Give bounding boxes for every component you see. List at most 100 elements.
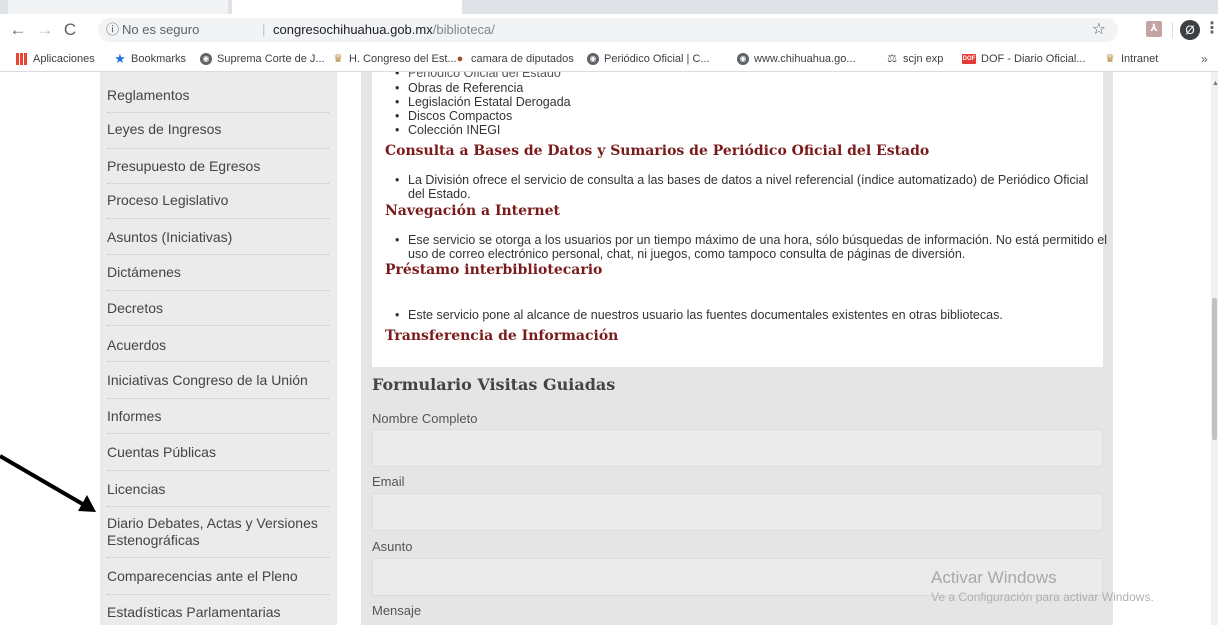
- browser-tab-active[interactable]: [232, 0, 462, 14]
- section-heading-navegacion: Navegación a Internet: [385, 203, 560, 219]
- menu-kebab-icon[interactable]: ⋮: [1204, 18, 1218, 38]
- section-heading-prestamo: Préstamo interbibliotecario: [385, 262, 603, 278]
- divider: [107, 470, 329, 471]
- divider: [107, 361, 329, 362]
- list-item: Discos Compactos: [395, 110, 512, 124]
- star-icon: ★: [114, 51, 126, 66]
- address-divider: |: [262, 22, 266, 37]
- sidebar-item-asuntos[interactable]: Asuntos (Iniciativas): [107, 229, 329, 246]
- bookmark-label: Intranet: [1121, 53, 1159, 65]
- bookmark-intranet[interactable]: ♛ Intranet: [1104, 46, 1158, 72]
- globe-icon: ◉: [200, 53, 212, 65]
- bookmark-suprema-corte[interactable]: ◉ Suprema Corte de J...: [200, 46, 325, 72]
- divider: [107, 218, 329, 219]
- section-text-consulta: La División ofrece el servicio de consul…: [395, 173, 1108, 201]
- message-field-label: Mensaje: [372, 603, 422, 618]
- browser-tab[interactable]: [8, 0, 228, 14]
- email-field-label: Email: [372, 474, 405, 489]
- divider: [107, 112, 329, 113]
- section-heading-transferencia: Transferencia de Información: [385, 328, 619, 344]
- divider: [107, 183, 329, 184]
- bookmark-dof[interactable]: DOF DOF - Diario Oficial...: [962, 46, 1086, 72]
- divider: [107, 433, 329, 434]
- back-arrow-icon[interactable]: ←: [7, 19, 29, 41]
- windows-activation-title: Activar Windows: [931, 568, 1057, 587]
- tab-strip: [0, 0, 1218, 14]
- divider: [107, 254, 329, 255]
- bookmark-label: camara de diputados: [471, 53, 574, 65]
- sidebar-item-estadisticas[interactable]: Estadísticas Parlamentarias: [107, 604, 329, 621]
- bookmark-label: scjn exp: [903, 53, 944, 65]
- dof-icon: DOF: [962, 54, 976, 64]
- bookmark-apps[interactable]: Aplicaciones: [16, 46, 95, 72]
- list-item: Colección INEGI: [395, 124, 500, 138]
- sidebar-item-informes[interactable]: Informes: [107, 408, 329, 425]
- bookmark-label: Aplicaciones: [33, 53, 95, 65]
- divider: [107, 148, 329, 149]
- pdf-extension-icon[interactable]: ⅄: [1146, 21, 1162, 37]
- scroll-up-icon[interactable]: ▲: [1212, 80, 1218, 87]
- divider: [107, 290, 329, 291]
- bookmark-scjn[interactable]: ⚖ scjn exp: [886, 46, 943, 72]
- bookmark-label: Bookmarks: [131, 53, 187, 65]
- bookmark-label: H. Congreso del Est...: [349, 53, 457, 65]
- globe-icon: ◉: [737, 53, 749, 65]
- sidebar-item-comparecencias[interactable]: Comparecencias ante el Pleno: [107, 568, 329, 585]
- name-field-label: Nombre Completo: [372, 411, 478, 426]
- subject-field-label: Asunto: [372, 539, 413, 554]
- form-title: Formulario Visitas Guiadas: [372, 375, 616, 394]
- list-item: Obras de Referencia: [395, 82, 523, 96]
- bookmark-label: www.chihuahua.go...: [754, 53, 856, 65]
- bookmark-label: Suprema Corte de J...: [217, 53, 325, 65]
- bookmark-h-congreso[interactable]: ♛ H. Congreso del Est...: [332, 46, 457, 72]
- bookmark-label: DOF - Diario Oficial...: [981, 53, 1086, 65]
- globe-icon: ◉: [587, 53, 599, 65]
- list-item: Legislación Estatal Derogada: [395, 96, 571, 110]
- bookmark-bookmarks[interactable]: ★ Bookmarks: [114, 46, 186, 72]
- sidebar-item-cuentas-publicas[interactable]: Cuentas Públicas: [107, 444, 329, 461]
- url-host: congresochihuahua.gob.mx: [273, 22, 433, 37]
- toolbar-divider: [1172, 22, 1173, 38]
- divider: [107, 557, 329, 558]
- sidebar-item-dictamenes[interactable]: Dictámenes: [107, 264, 329, 281]
- profile-avatar-icon[interactable]: Ø: [1180, 20, 1200, 40]
- address-bar[interactable]: ⓘ No es seguro | congresochihuahua.gob.m…: [98, 18, 1118, 42]
- section-text-prestamo: Este servicio pone al alcance de nuestro…: [395, 308, 1108, 322]
- url-path: /biblioteca/: [432, 22, 495, 37]
- web-page: Reglamentos Leyes de Ingresos Presupuest…: [0, 72, 1218, 625]
- bookmark-periodico[interactable]: ◉ Periódico Oficial | C...: [587, 46, 710, 72]
- divider: [107, 506, 329, 507]
- section-heading-consulta: Consulta a Bases de Datos y Sumarios de …: [385, 143, 930, 159]
- browser-toolbar: ← → C ⓘ No es seguro | congresochihuahua…: [0, 14, 1218, 46]
- list-item: Periódico Oficial del Estado: [395, 72, 561, 80]
- name-field[interactable]: [372, 429, 1103, 467]
- section-text-navegacion: Ese servicio se otorga a los usuarios po…: [395, 233, 1108, 261]
- sidebar-item-reglamentos[interactable]: Reglamentos: [107, 87, 329, 104]
- sidebar-item-licencias[interactable]: Licencias: [107, 481, 329, 498]
- scrollbar-thumb[interactable]: [1212, 298, 1217, 440]
- bookmark-chihuahua[interactable]: ◉ www.chihuahua.go...: [737, 46, 856, 72]
- windows-activation-subtitle: Ve a Configuración para activar Windows.: [931, 590, 1154, 604]
- email-field[interactable]: [372, 493, 1103, 531]
- url-text: congresochihuahua.gob.mx/biblioteca/: [273, 18, 495, 42]
- sidebar-item-decretos[interactable]: Decretos: [107, 300, 329, 317]
- bookmarks-overflow-icon[interactable]: »: [1201, 46, 1208, 72]
- sidebar-item-acuerdos[interactable]: Acuerdos: [107, 337, 329, 354]
- apps-grid-icon: [16, 53, 28, 65]
- bookmark-star-icon[interactable]: ☆: [1092, 18, 1106, 42]
- sidebar-item-presupuesto-egresos[interactable]: Presupuesto de Egresos: [107, 158, 329, 175]
- divider: [107, 398, 329, 399]
- sidebar-item-iniciativas-congreso-union[interactable]: Iniciativas Congreso de la Unión: [107, 372, 329, 389]
- annotation-arrow-icon: [0, 454, 96, 512]
- security-status: No es seguro: [122, 22, 200, 37]
- sidebar-item-leyes-ingresos[interactable]: Leyes de Ingresos: [107, 121, 329, 138]
- divider: [107, 325, 329, 326]
- forward-arrow-icon[interactable]: →: [34, 19, 56, 41]
- sidebar-item-diario-debates[interactable]: Diario Debates, Actas y Versiones Esteno…: [107, 515, 329, 549]
- reload-icon[interactable]: C: [59, 19, 81, 41]
- bookmark-camara[interactable]: ● camara de diputados: [454, 46, 574, 72]
- bookmark-label: Periódico Oficial | C...: [604, 53, 710, 65]
- sidebar-item-proceso-legislativo[interactable]: Proceso Legislativo: [107, 192, 329, 209]
- camara-icon: ●: [456, 53, 464, 65]
- info-icon[interactable]: ⓘ: [106, 18, 119, 42]
